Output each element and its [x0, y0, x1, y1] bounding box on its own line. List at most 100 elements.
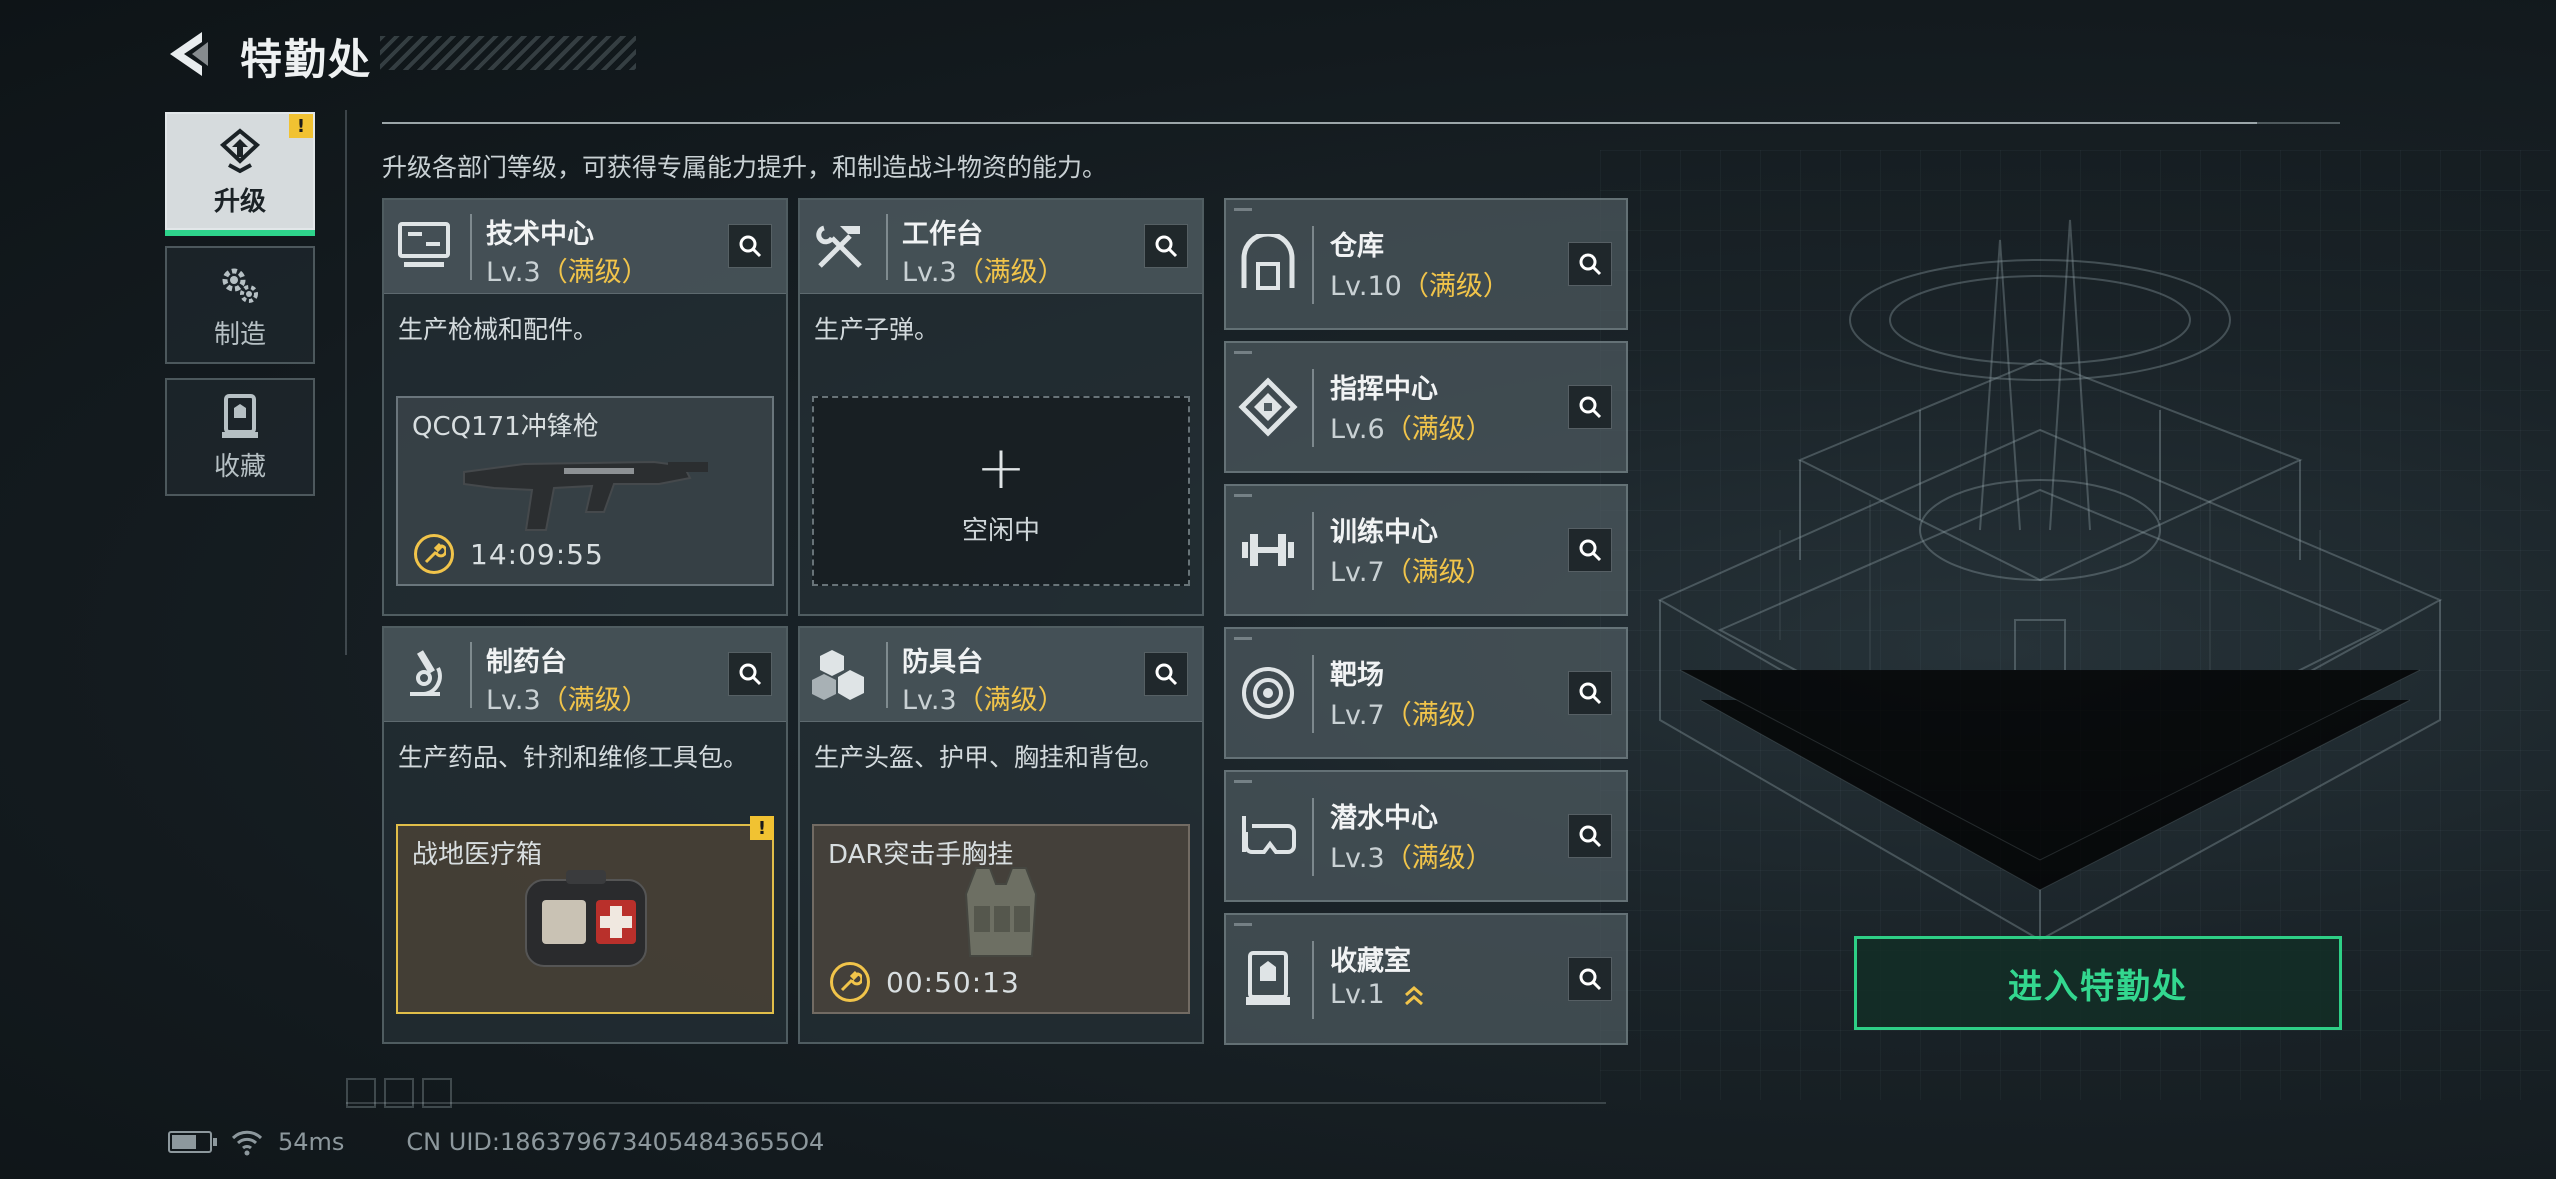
dept-name: 制药台	[486, 647, 567, 678]
search-icon	[1579, 253, 1602, 276]
dept-card-tech-center[interactable]: 技术中心 Lv.3（满级） 生产枪械和配件。 QCQ171冲锋枪 14:09:5…	[382, 198, 788, 616]
dept-name: 技术中心	[486, 219, 594, 250]
display-case-icon	[222, 393, 258, 438]
dept-level: Lv.3（满级）	[486, 257, 649, 288]
enter-special-ops-button[interactable]: 进入特勤处	[1854, 936, 2342, 1030]
target-icon	[1242, 667, 1294, 719]
search-button[interactable]	[728, 652, 772, 696]
dept-description: 生产枪械和配件。	[398, 315, 599, 344]
facility-card-shooting-range[interactable]: 靶场 Lv.7（满级）	[1224, 627, 1628, 759]
facility-card-warehouse[interactable]: 仓库 Lv.10（满级）	[1224, 198, 1628, 330]
top-divider-highlight	[382, 122, 2257, 124]
search-button[interactable]	[1144, 652, 1188, 696]
dept-description: 生产头盔、护甲、胸挂和背包。	[814, 743, 1165, 772]
command-emblem-icon	[1238, 377, 1298, 437]
battery-icon	[168, 1131, 217, 1153]
facility-level: Lv.3（满级）	[1330, 843, 1493, 874]
page-title: 特勤处	[240, 35, 373, 84]
dumbbell-icon	[1242, 534, 1294, 566]
tab-craft-label: 制造	[213, 319, 266, 350]
card-corner-decoration	[1234, 351, 1252, 354]
dept-card-pharmacy[interactable]: 制药台 Lv.3（满级） 生产药品、针剂和维修工具包。 ! 战地医疗箱	[382, 626, 788, 1044]
production-slot[interactable]: QCQ171冲锋枪 14:09:55	[396, 396, 774, 586]
search-icon	[1155, 663, 1178, 686]
header-separator	[1312, 798, 1314, 876]
hammer-wrench-icon	[816, 225, 862, 268]
production-slot[interactable]: DAR突击手胸挂 00:50:13	[812, 824, 1190, 1014]
side-divider	[345, 110, 347, 655]
tab-collection[interactable]: 收藏	[165, 378, 315, 496]
tab-upgrade-label: 升级	[213, 186, 266, 217]
search-icon	[1579, 396, 1602, 419]
upgrade-chevron-icon	[1405, 985, 1424, 1005]
facility-level: Lv.1	[1330, 979, 1427, 1010]
search-icon	[1579, 968, 1602, 991]
header-separator	[886, 214, 888, 280]
tab-alert-badge: !	[289, 114, 313, 138]
card-corner-decoration	[1234, 494, 1252, 497]
search-icon	[739, 663, 762, 686]
dept-description: 生产子弹。	[814, 315, 940, 344]
card-corner-decoration	[1234, 923, 1252, 926]
search-button[interactable]	[1568, 814, 1612, 858]
search-button[interactable]	[1568, 957, 1612, 1001]
card-corner-decoration	[1234, 208, 1252, 211]
medkit-image	[525, 870, 647, 967]
card-header: 技术中心 Lv.3（满级）	[384, 200, 786, 294]
facility-name: 靶场	[1330, 660, 1384, 691]
header-separator	[886, 642, 888, 708]
dept-level: Lv.3（满级）	[902, 685, 1065, 716]
facility-level: Lv.7（满级）	[1330, 700, 1493, 731]
diving-mask-icon	[1242, 816, 1296, 854]
facility-card-command-center[interactable]: 指挥中心 Lv.6（满级）	[1224, 341, 1628, 473]
facility-card-diving-center[interactable]: 潜水中心 Lv.3（满级）	[1224, 770, 1628, 902]
search-button[interactable]	[1568, 528, 1612, 572]
dept-level: Lv.3（满级）	[486, 685, 649, 716]
facility-level: Lv.6（满级）	[1330, 414, 1493, 445]
search-button[interactable]	[1568, 242, 1612, 286]
microscope-icon	[410, 650, 442, 696]
facility-name: 收藏室	[1330, 946, 1411, 977]
search-button[interactable]	[728, 224, 772, 268]
upgrade-icon	[219, 127, 261, 173]
ping-value: 54ms	[278, 1128, 345, 1156]
facility-card-collection-room[interactable]: 收藏室 Lv.1	[1224, 913, 1628, 1045]
production-timer: 00:50:13	[830, 962, 1020, 1002]
facility-name: 仓库	[1330, 231, 1384, 262]
header-separator	[1312, 512, 1314, 590]
tab-craft[interactable]: 制造	[165, 246, 315, 364]
search-button[interactable]	[1144, 224, 1188, 268]
facility-card-training-center[interactable]: 训练中心 Lv.7（满级）	[1224, 484, 1628, 616]
facility-level: Lv.7（满级）	[1330, 557, 1493, 588]
header-separator	[1312, 941, 1314, 1019]
empty-production-slot[interactable]: + 空闲中	[812, 396, 1190, 586]
header-separator	[470, 642, 472, 708]
dept-card-armor-bench[interactable]: 防具台 Lv.3（满级） 生产头盔、护甲、胸挂和背包。 DAR突击手胸挂 00:…	[798, 626, 1204, 1044]
completed-production-slot[interactable]: ! 战地医疗箱	[396, 816, 774, 1014]
production-timer: 14:09:55	[414, 534, 604, 574]
dept-level: Lv.3（满级）	[902, 257, 1065, 288]
facility-level: Lv.10（满级）	[1330, 271, 1510, 302]
bottom-divider	[346, 1102, 1606, 1104]
facility-name: 潜水中心	[1330, 803, 1438, 834]
smg-image	[463, 460, 708, 531]
armor-cubes-icon	[812, 650, 864, 700]
tab-upgrade[interactable]: ! 升级	[165, 112, 315, 236]
facility-name: 训练中心	[1330, 517, 1438, 548]
search-icon	[1155, 235, 1178, 258]
display-case-icon	[1246, 951, 1290, 1005]
facility-name: 指挥中心	[1330, 374, 1438, 405]
card-header: 制药台 Lv.3（满级）	[384, 628, 786, 722]
dept-name: 工作台	[902, 219, 983, 250]
header-separator	[1312, 369, 1314, 447]
search-button[interactable]	[1568, 671, 1612, 715]
dept-card-workbench[interactable]: 工作台 Lv.3（满级） 生产子弹。 + 空闲中	[798, 198, 1204, 616]
page-description: 升级各部门等级，可获得专属能力提升，和制造战斗物资的能力。	[382, 153, 1108, 182]
search-button[interactable]	[1568, 385, 1612, 429]
back-arrow-icon[interactable]	[162, 26, 218, 82]
user-uid: CN UID:1863796734054843655O4	[406, 1128, 825, 1156]
wrench-icon	[830, 962, 870, 1002]
header-separator	[470, 214, 472, 280]
search-icon	[1579, 539, 1602, 562]
headquarters-blueprint-art	[1657, 219, 2443, 942]
